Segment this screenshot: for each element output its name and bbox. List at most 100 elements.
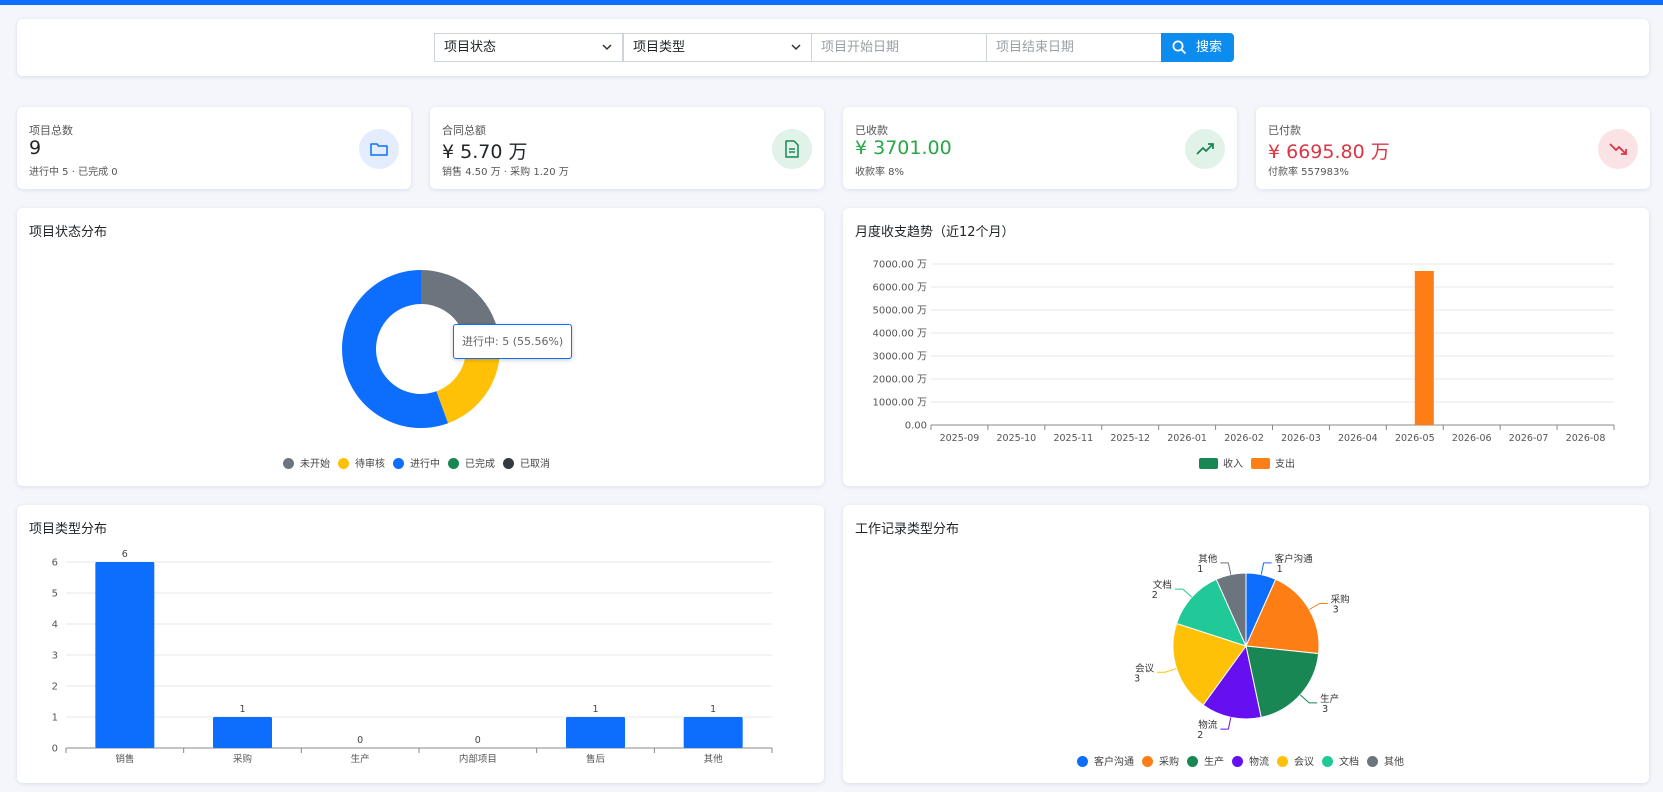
project-status-select-label: 项目状态 [444,40,497,55]
work-legend-item[interactable]: 客户沟通 [1077,753,1134,768]
bar-data-label: 6 [122,549,128,560]
work-legend-item[interactable]: 文档 [1322,753,1359,768]
y-tick-label: 4000.00 万 [872,329,927,340]
status-legend-item[interactable]: 进行中 [393,455,440,470]
stat-subtext: 进行中 5 · 已完成 0 [29,167,118,178]
y-tick-label: 3 [52,651,58,662]
legend-swatch [1199,458,1218,469]
legend-swatch [393,458,404,469]
y-tick-label: 5 [52,589,58,600]
trend-chart-panel: 月度收支趋势（近12个月） 0.00 1000.00 万 2000.00 万 3000… [843,208,1649,486]
x-tick-label: 2026-05 [1395,433,1435,444]
stat-value: ¥ 3701.00 [855,137,952,159]
x-tick-label: 生产 [351,753,370,765]
work-pie-chart: 客户沟通1采购3生产3物流2会议3文档2其他1 [1134,553,1350,741]
type-bar[interactable] [213,717,272,748]
work-chart-panel: 工作记录类型分布 客户沟通 1 采购 3 生产 3 物流 2 会议 3 文档 2 其他 1 客户沟通 采购生… [843,505,1649,783]
type-bar[interactable] [566,717,625,748]
legend-label: 进行中 [410,459,440,470]
work-legend-item[interactable]: 采购 [1142,753,1179,768]
stat-card-paid: 已付款 ¥ 6695.80 万 付款率 557983% [1256,107,1650,189]
status-legend-item[interactable]: 已完成 [448,455,495,470]
legend-label: 未开始 [300,459,330,470]
type-bar-chart: 0 1 2 3 4 5 6 6 销售 1 采购 0 生产 0 内部项目 1 售后 1 其他 [52,549,773,765]
stat-subtext: 付款率 557983% [1268,167,1349,178]
end-date-input[interactable]: 项目结束日期 [986,33,1162,62]
status-legend-item[interactable]: 待审核 [338,455,385,470]
pie-slice-value: 3 [1134,673,1140,684]
trend-legend-item[interactable]: 支出 [1251,455,1295,470]
legend-label: 文档 [1339,757,1359,768]
pie-slice-value: 1 [1277,564,1283,575]
stat-subtext: 销售 4.50 万 · 采购 1.20 万 [442,167,569,178]
status-legend-item[interactable]: 未开始 [283,455,330,470]
status-chart-legend: 未开始 待审核 进行中 已完成 已取消 [283,455,558,470]
x-tick-label: 2026-02 [1224,433,1264,444]
stat-label: 项目总数 [29,124,73,137]
pie-label-line [1299,694,1318,704]
chevron-down-icon [791,44,801,51]
type-bar[interactable] [95,562,155,748]
work-legend-item[interactable]: 会议 [1277,753,1314,768]
folder-icon [370,143,388,156]
bar-支出[interactable] [1414,270,1434,425]
search-button[interactable]: 搜索 [1161,33,1234,62]
pie-label-line [1220,562,1232,575]
chevron-down-icon [602,44,612,51]
work-legend-item[interactable]: 其他 [1367,753,1404,768]
stat-subtext: 收款率 8% [855,167,905,178]
legend-label: 已完成 [465,459,495,470]
y-tick-label: 6000.00 万 [872,283,927,294]
pie-label-line [1174,588,1193,598]
search-icon [1172,40,1187,55]
stat-label: 已付款 [1268,124,1301,137]
y-tick-label: 4 [52,620,58,631]
bar-data-label: 1 [592,704,598,715]
pie-label-line [1308,603,1328,610]
pie-label-line [1260,562,1272,575]
stat-icon-circle [1598,129,1638,169]
y-tick-label: 0.00 [905,421,927,432]
project-type-select[interactable]: 项目类型 [623,33,812,62]
trend-bar-chart: 0.00 1000.00 万 2000.00 万 3000.00 万 4000.00 万… [872,260,1615,444]
work-legend-item[interactable]: 生产 [1187,753,1224,768]
legend-swatch [448,458,459,469]
trending-up-icon [1196,143,1214,155]
search-panel: 项目状态 项目类型 项目开始日期 项目结束日期 搜索 [17,19,1649,76]
pie-label-line [1220,717,1232,730]
bar-data-label: 1 [710,704,716,715]
chart-tooltip: 进行中: 5 (55.56%) [453,324,572,359]
legend-swatch [1322,756,1333,767]
stat-label: 已收款 [855,124,888,137]
stat-value: 9 [29,137,42,159]
work-chart-legend: 客户沟通 采购 生产 物流 会议 文档 其他 [1077,753,1412,768]
x-tick-label: 2025-12 [1110,433,1150,444]
x-tick-label: 2026-07 [1509,433,1549,444]
start-date-input[interactable]: 项目开始日期 [811,33,987,62]
legend-swatch [1277,756,1288,767]
type-bar[interactable] [683,717,743,748]
trending-down-icon [1609,143,1627,155]
stat-value: ¥ 6695.80 万 [1268,141,1390,163]
stat-card-total-projects: 项目总数 9 进行中 5 · 已完成 0 [17,107,411,189]
work-legend-item[interactable]: 物流 [1232,753,1269,768]
legend-swatch [503,458,514,469]
legend-swatch [1251,458,1270,469]
search-button-label: 搜索 [1196,40,1223,55]
legend-swatch [283,458,294,469]
y-tick-label: 6 [52,558,58,569]
y-tick-label: 1000.00 万 [872,398,927,409]
status-legend-item[interactable]: 已取消 [503,455,550,470]
x-tick-label: 售后 [586,753,606,765]
legend-label: 待审核 [355,459,385,470]
y-tick-label: 2 [52,682,58,693]
project-status-select[interactable]: 项目状态 [434,33,623,62]
trend-legend-item[interactable]: 收入 [1199,455,1243,470]
legend-label: 其他 [1384,757,1404,768]
x-tick-label: 其他 [704,753,724,765]
status-donut-chart [342,270,500,428]
y-tick-label: 3000.00 万 [872,352,927,363]
x-tick-label: 2025-09 [940,433,980,444]
stat-icon-circle [1185,129,1225,169]
bar-data-label: 1 [239,704,245,715]
